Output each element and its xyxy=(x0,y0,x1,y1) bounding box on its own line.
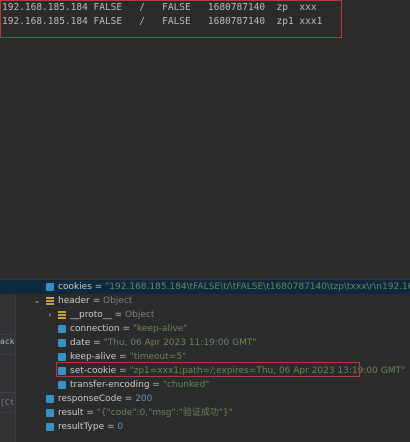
variable-value: "timeout=5" xyxy=(129,352,187,362)
chevron-down-icon[interactable]: ⌄ xyxy=(32,294,42,308)
variable-row-date[interactable]: date = "Thu, 06 Apr 2023 11:19:00 GMT" xyxy=(0,336,410,350)
field-icon xyxy=(58,353,66,361)
field-icon xyxy=(58,339,66,347)
list-icon xyxy=(46,297,54,305)
debugger-variables-panel: ack [Ct cookies = "192.168.185.184\tFALS… xyxy=(0,279,410,442)
variable-row-header[interactable]: ⌄ header = Object xyxy=(0,294,410,308)
variable-value: Object xyxy=(102,296,133,306)
variable-name: __proto__ xyxy=(70,310,112,320)
variable-name: header xyxy=(58,296,90,306)
field-icon xyxy=(58,381,66,389)
variable-name: transfer-encoding xyxy=(70,380,150,390)
variable-value: 0 xyxy=(117,422,124,432)
variable-name: resultType xyxy=(58,422,105,432)
variable-name: cookies xyxy=(58,282,92,292)
variable-name: responseCode xyxy=(58,394,122,404)
variable-value: "chunked" xyxy=(162,380,210,390)
variable-row-responsecode[interactable]: responseCode = 200 xyxy=(0,392,410,406)
set-cookie-highlight-box xyxy=(56,362,360,377)
variable-row-resulttype[interactable]: resultType = 0 xyxy=(0,420,410,434)
field-icon xyxy=(58,325,66,333)
field-icon xyxy=(46,409,54,417)
variable-name: connection xyxy=(70,324,120,334)
variable-value: "keep-alive" xyxy=(132,324,188,334)
variable-value: 200 xyxy=(135,394,153,404)
variable-value: "Thu, 06 Apr 2023 11:19:00 GMT" xyxy=(103,338,257,348)
variable-value: "192.168.185.184\tFALSE\t/\tFALSE\t16807… xyxy=(105,282,410,292)
variable-row-proto[interactable]: › __proto__ = Object xyxy=(0,308,410,322)
variable-row-transfer-encoding[interactable]: transfer-encoding = "chunked" xyxy=(0,378,410,392)
variable-row-cookies[interactable]: cookies = "192.168.185.184\tFALSE\t/\tFA… xyxy=(0,280,410,294)
variable-row-connection[interactable]: connection = "keep-alive" xyxy=(0,322,410,336)
variable-name: keep-alive xyxy=(70,352,117,362)
console-highlight-box xyxy=(0,0,342,38)
list-icon xyxy=(58,311,66,319)
field-icon xyxy=(46,283,54,291)
field-icon xyxy=(46,395,54,403)
console-output: 192.168.185.184 FALSE / FALSE 1680787140… xyxy=(0,0,410,279)
variable-value: "{"code":0,"msg":"验证成功"}" xyxy=(96,408,233,418)
field-icon xyxy=(46,423,54,431)
chevron-right-icon[interactable]: › xyxy=(45,308,55,322)
variable-value: Object xyxy=(125,310,155,320)
variable-name: date xyxy=(70,338,91,348)
variable-row-result[interactable]: result = "{"code":0,"msg":"验证成功"}" xyxy=(0,406,410,420)
variable-name: result xyxy=(58,408,84,418)
